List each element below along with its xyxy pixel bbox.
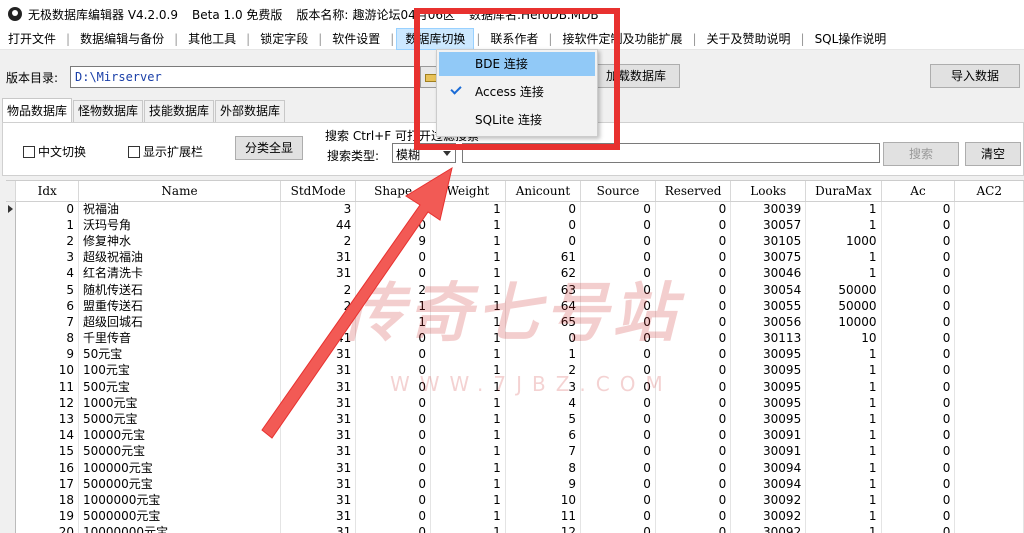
annotation-arrow	[261, 166, 453, 439]
arrow-shape	[261, 166, 453, 439]
